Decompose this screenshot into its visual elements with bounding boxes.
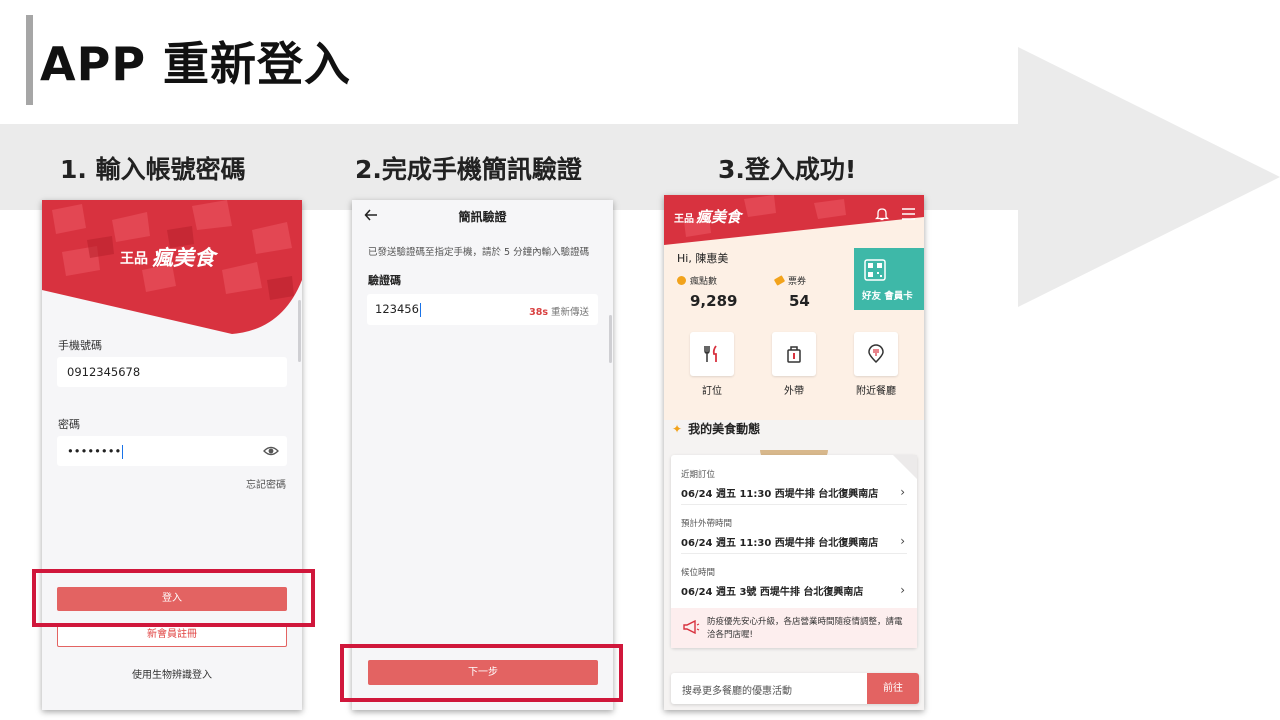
brand-logo: 瘋美食 [696, 208, 742, 226]
step-2-label: 2.完成手機簡訊驗證 [355, 155, 582, 184]
sms-verify-screen: 簡訊驗證 已發送驗證碼至指定手機，請於 5 分鐘內輸入驗證碼 驗證碼 12345… [352, 200, 613, 710]
reservation-button[interactable] [690, 332, 734, 376]
coin-icon [677, 276, 686, 285]
notice-text: 防疫優先安心升級，各店營業時間隨疫情調整，請電洽各門店喔! [707, 617, 903, 640]
promo-search-bar[interactable]: 搜尋更多餐廳的優惠活動 前往 [671, 673, 919, 704]
menu-icon[interactable] [902, 208, 915, 220]
page-fold [893, 455, 917, 479]
password-value: •••••••• [67, 444, 122, 458]
text-caret [122, 444, 124, 459]
notice-banner: 防疫優先安心升級，各店營業時間隨疫情調整，請電洽各門店喔! [671, 608, 917, 648]
row-2-value[interactable]: 06/24 週五 11:30 西堤牛排 台北復興南店 [681, 534, 878, 549]
activity-card: 近期訂位 06/24 週五 11:30 西堤牛排 台北復興南店 › 預計外帶時間… [671, 455, 917, 648]
greeting: Hi, 陳惠美 [677, 252, 729, 265]
step-1-label: 1. 輸入帳號密碼 [60, 155, 246, 184]
promo-search-placeholder: 搜尋更多餐廳的優惠活動 [682, 686, 792, 697]
nearby-label: 附近餐廳 [856, 386, 896, 397]
brand-logo: 瘋美食 [152, 246, 215, 270]
slide-title: APP 重新登入 [40, 37, 352, 91]
points-label: 瘋點數 [677, 274, 717, 287]
process-arrow-head [1018, 47, 1280, 307]
qr-code-icon [864, 259, 886, 281]
divider [681, 504, 907, 505]
code-value: 123456 [375, 302, 419, 316]
next-button-highlight [340, 644, 623, 702]
takeout-bag-icon [787, 346, 801, 363]
step-3-label: 3.登入成功! [718, 155, 857, 184]
tickets-label: 票券 [773, 274, 806, 287]
phone-input[interactable]: 0912345678 [57, 357, 287, 387]
sparkle-icon: ✦ [672, 422, 683, 436]
row-2-label: 預計外帶時間 [681, 519, 733, 529]
slide: APP 重新登入 1. 輸入帳號密碼 2.完成手機簡訊驗證 3.登入成功! 王品… [0, 0, 1280, 720]
reservation-label: 訂位 [702, 386, 722, 397]
tickets-value: 54 [789, 292, 810, 310]
forgot-password-link[interactable]: 忘記密碼 [246, 476, 286, 491]
cutlery-icon [704, 345, 717, 362]
password-label: 密碼 [58, 418, 80, 431]
countdown-timer: 38s [529, 307, 548, 318]
go-button[interactable]: 前往 [867, 673, 919, 704]
row-1-value[interactable]: 06/24 週五 11:30 西堤牛排 台北復興南店 [681, 485, 878, 500]
title-accent-bar [26, 15, 33, 105]
divider [681, 553, 907, 554]
text-caret [419, 302, 421, 317]
points-value: 9,289 [690, 292, 738, 310]
brand-logo-small: 王品 [674, 214, 694, 225]
location-pin-icon [868, 344, 884, 364]
row-1-label: 近期訂位 [681, 470, 716, 480]
password-input[interactable]: •••••••• [57, 436, 287, 466]
scrollbar[interactable] [298, 300, 301, 362]
code-input[interactable]: 123456 38s 重新傳送 [367, 294, 598, 325]
megaphone-icon [683, 620, 700, 634]
sms-header: 簡訊驗證 [352, 200, 613, 234]
bell-icon[interactable] [875, 207, 889, 221]
row-3-label: 候位時間 [681, 568, 716, 578]
ticket-icon [773, 275, 786, 286]
sms-title: 簡訊驗證 [458, 210, 507, 224]
sms-hint: 已發送驗證碼至指定手機，請於 5 分鐘內輸入驗證碼 [368, 247, 590, 258]
home-screen: 王品 瘋美食 Hi, 陳惠美 瘋點數 9,289 票券 54 好友 會員卡 訂位… [664, 195, 924, 710]
phone-label: 手機號碼 [58, 339, 102, 352]
resend-label: 重新傳送 [550, 307, 589, 318]
resend-button[interactable]: 38s 重新傳送 [529, 304, 589, 318]
back-arrow-icon[interactable] [364, 208, 378, 222]
chevron-right-icon[interactable]: › [900, 534, 905, 548]
member-card-label: 好友 會員卡 [862, 291, 913, 302]
section-title: ✦ 我的美食動態 [672, 422, 761, 436]
nearby-button[interactable] [854, 332, 898, 376]
chevron-right-icon[interactable]: › [900, 583, 905, 597]
code-label: 驗證碼 [368, 274, 401, 287]
chevron-right-icon[interactable]: › [900, 485, 905, 499]
biometric-login-link[interactable]: 使用生物辨識登入 [42, 666, 302, 681]
member-card-button[interactable]: 好友 會員卡 [854, 248, 924, 310]
eye-icon[interactable] [263, 443, 279, 459]
login-screen: 王品 瘋美食 手機號碼 0912345678 密碼 •••••••• 忘記密碼 … [42, 200, 302, 710]
takeout-button[interactable] [772, 332, 816, 376]
takeout-label: 外帶 [784, 386, 804, 397]
scrollbar[interactable] [609, 315, 612, 363]
row-3-value[interactable]: 06/24 週五 3號 西堤牛排 台北復興南店 [681, 583, 863, 598]
login-button-highlight [32, 569, 315, 627]
brand-logo-small: 王品 [120, 251, 148, 267]
